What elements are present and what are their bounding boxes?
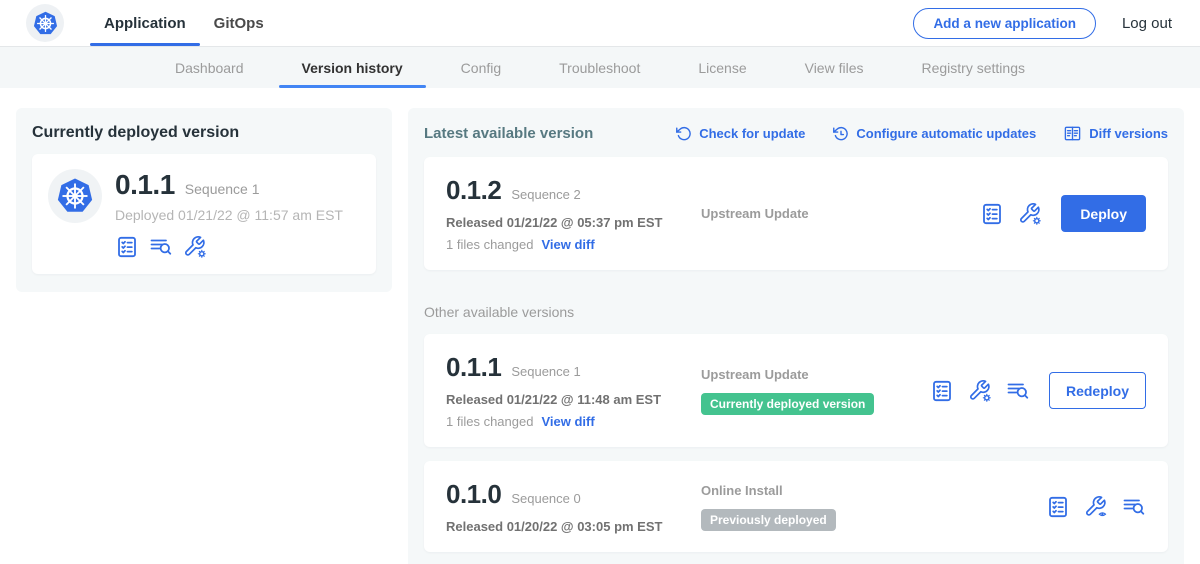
view-diff-link[interactable]: View diff bbox=[541, 414, 594, 429]
version-number: 0.1.1 bbox=[446, 352, 501, 383]
auto-update-icon bbox=[832, 125, 849, 142]
sequence-label: Sequence 1 bbox=[511, 364, 580, 379]
config-icon[interactable] bbox=[1018, 202, 1042, 226]
latest-available-title: Latest available version bbox=[424, 125, 593, 142]
release-notes-icon[interactable] bbox=[1122, 495, 1146, 519]
files-changed-label: 1 files changed bbox=[446, 237, 533, 252]
redeploy-button[interactable]: Redeploy bbox=[1049, 372, 1146, 409]
diff-icon bbox=[1063, 124, 1082, 143]
subnav-tab-license[interactable]: License bbox=[669, 47, 775, 88]
deployed-version-number: 0.1.1 bbox=[115, 169, 175, 201]
currently-deployed-title: Currently deployed version bbox=[32, 124, 376, 142]
deployment-status-badge: Currently deployed version bbox=[701, 393, 874, 415]
preflight-checks-icon[interactable] bbox=[930, 379, 954, 403]
sequence-label: Sequence 2 bbox=[511, 187, 580, 202]
deploy-button[interactable]: Deploy bbox=[1061, 195, 1146, 232]
subnav-tab-dashboard[interactable]: Dashboard bbox=[146, 47, 273, 88]
source-label: Upstream Update bbox=[701, 206, 809, 221]
subnav-tab-view-files[interactable]: View files bbox=[776, 47, 893, 88]
diff-versions-label: Diff versions bbox=[1089, 126, 1168, 141]
deployed-timestamp: Deployed 01/21/22 @ 11:57 am EST bbox=[115, 207, 343, 223]
config-view-icon[interactable] bbox=[1084, 495, 1108, 519]
version-card-0-1-0: 0.1.0 Sequence 0 Released 01/20/22 @ 03:… bbox=[424, 461, 1168, 552]
other-versions-title: Other available versions bbox=[424, 304, 1168, 320]
released-timestamp: Released 01/20/22 @ 03:05 pm EST bbox=[446, 519, 701, 534]
released-timestamp: Released 01/21/22 @ 05:37 pm EST bbox=[446, 215, 701, 230]
version-card-0-1-1: 0.1.1 Sequence 1 Released 01/21/22 @ 11:… bbox=[424, 334, 1168, 447]
app-subnav: Dashboard Version history Config Trouble… bbox=[0, 47, 1200, 88]
config-icon[interactable] bbox=[968, 379, 992, 403]
release-notes-icon[interactable] bbox=[1006, 379, 1030, 403]
currently-deployed-panel: Currently deployed version 0.1.1 Sequenc… bbox=[16, 108, 392, 292]
subnav-tab-version-history[interactable]: Version history bbox=[273, 47, 432, 88]
released-timestamp: Released 01/21/22 @ 11:48 am EST bbox=[446, 392, 701, 407]
refresh-icon bbox=[675, 125, 692, 142]
preflight-checks-icon[interactable] bbox=[115, 235, 139, 259]
version-number: 0.1.2 bbox=[446, 175, 501, 206]
deployed-version-card: 0.1.1 Sequence 1 Deployed 01/21/22 @ 11:… bbox=[32, 154, 376, 274]
app-logo bbox=[48, 169, 102, 223]
check-for-update-label: Check for update bbox=[699, 126, 805, 141]
view-diff-link[interactable]: View diff bbox=[541, 237, 594, 252]
logout-button[interactable]: Log out bbox=[1122, 15, 1172, 32]
source-label: Online Install bbox=[701, 483, 783, 498]
preflight-checks-icon[interactable] bbox=[1046, 495, 1070, 519]
version-card-0-1-2: 0.1.2 Sequence 2 Released 01/21/22 @ 05:… bbox=[424, 157, 1168, 270]
subnav-tab-troubleshoot[interactable]: Troubleshoot bbox=[530, 47, 669, 88]
deployed-sequence-label: Sequence 1 bbox=[185, 181, 260, 197]
configure-automatic-updates-label: Configure automatic updates bbox=[856, 126, 1036, 141]
configure-automatic-updates-link[interactable]: Configure automatic updates bbox=[832, 125, 1036, 142]
kubernetes-logo-icon bbox=[32, 10, 59, 37]
latest-available-panel: Latest available version Check for updat… bbox=[408, 108, 1184, 564]
preflight-checks-icon[interactable] bbox=[980, 202, 1004, 226]
check-for-update-link[interactable]: Check for update bbox=[675, 125, 805, 142]
source-label: Upstream Update bbox=[701, 367, 809, 382]
sequence-label: Sequence 0 bbox=[511, 491, 580, 506]
version-number: 0.1.0 bbox=[446, 479, 501, 510]
config-icon[interactable] bbox=[183, 235, 207, 259]
diff-versions-link[interactable]: Diff versions bbox=[1063, 124, 1168, 143]
add-application-button[interactable]: Add a new application bbox=[913, 8, 1096, 39]
deployment-status-badge: Previously deployed bbox=[701, 509, 836, 531]
subnav-tab-registry-settings[interactable]: Registry settings bbox=[893, 47, 1054, 88]
app-avatar bbox=[26, 4, 64, 42]
tab-gitops[interactable]: GitOps bbox=[200, 0, 278, 46]
files-changed-label: 1 files changed bbox=[446, 414, 533, 429]
top-header: Application GitOps Add a new application… bbox=[0, 0, 1200, 47]
release-notes-icon[interactable] bbox=[149, 235, 173, 259]
tab-application[interactable]: Application bbox=[90, 0, 200, 46]
subnav-tab-config[interactable]: Config bbox=[432, 47, 530, 88]
kubernetes-logo-icon bbox=[55, 176, 95, 216]
